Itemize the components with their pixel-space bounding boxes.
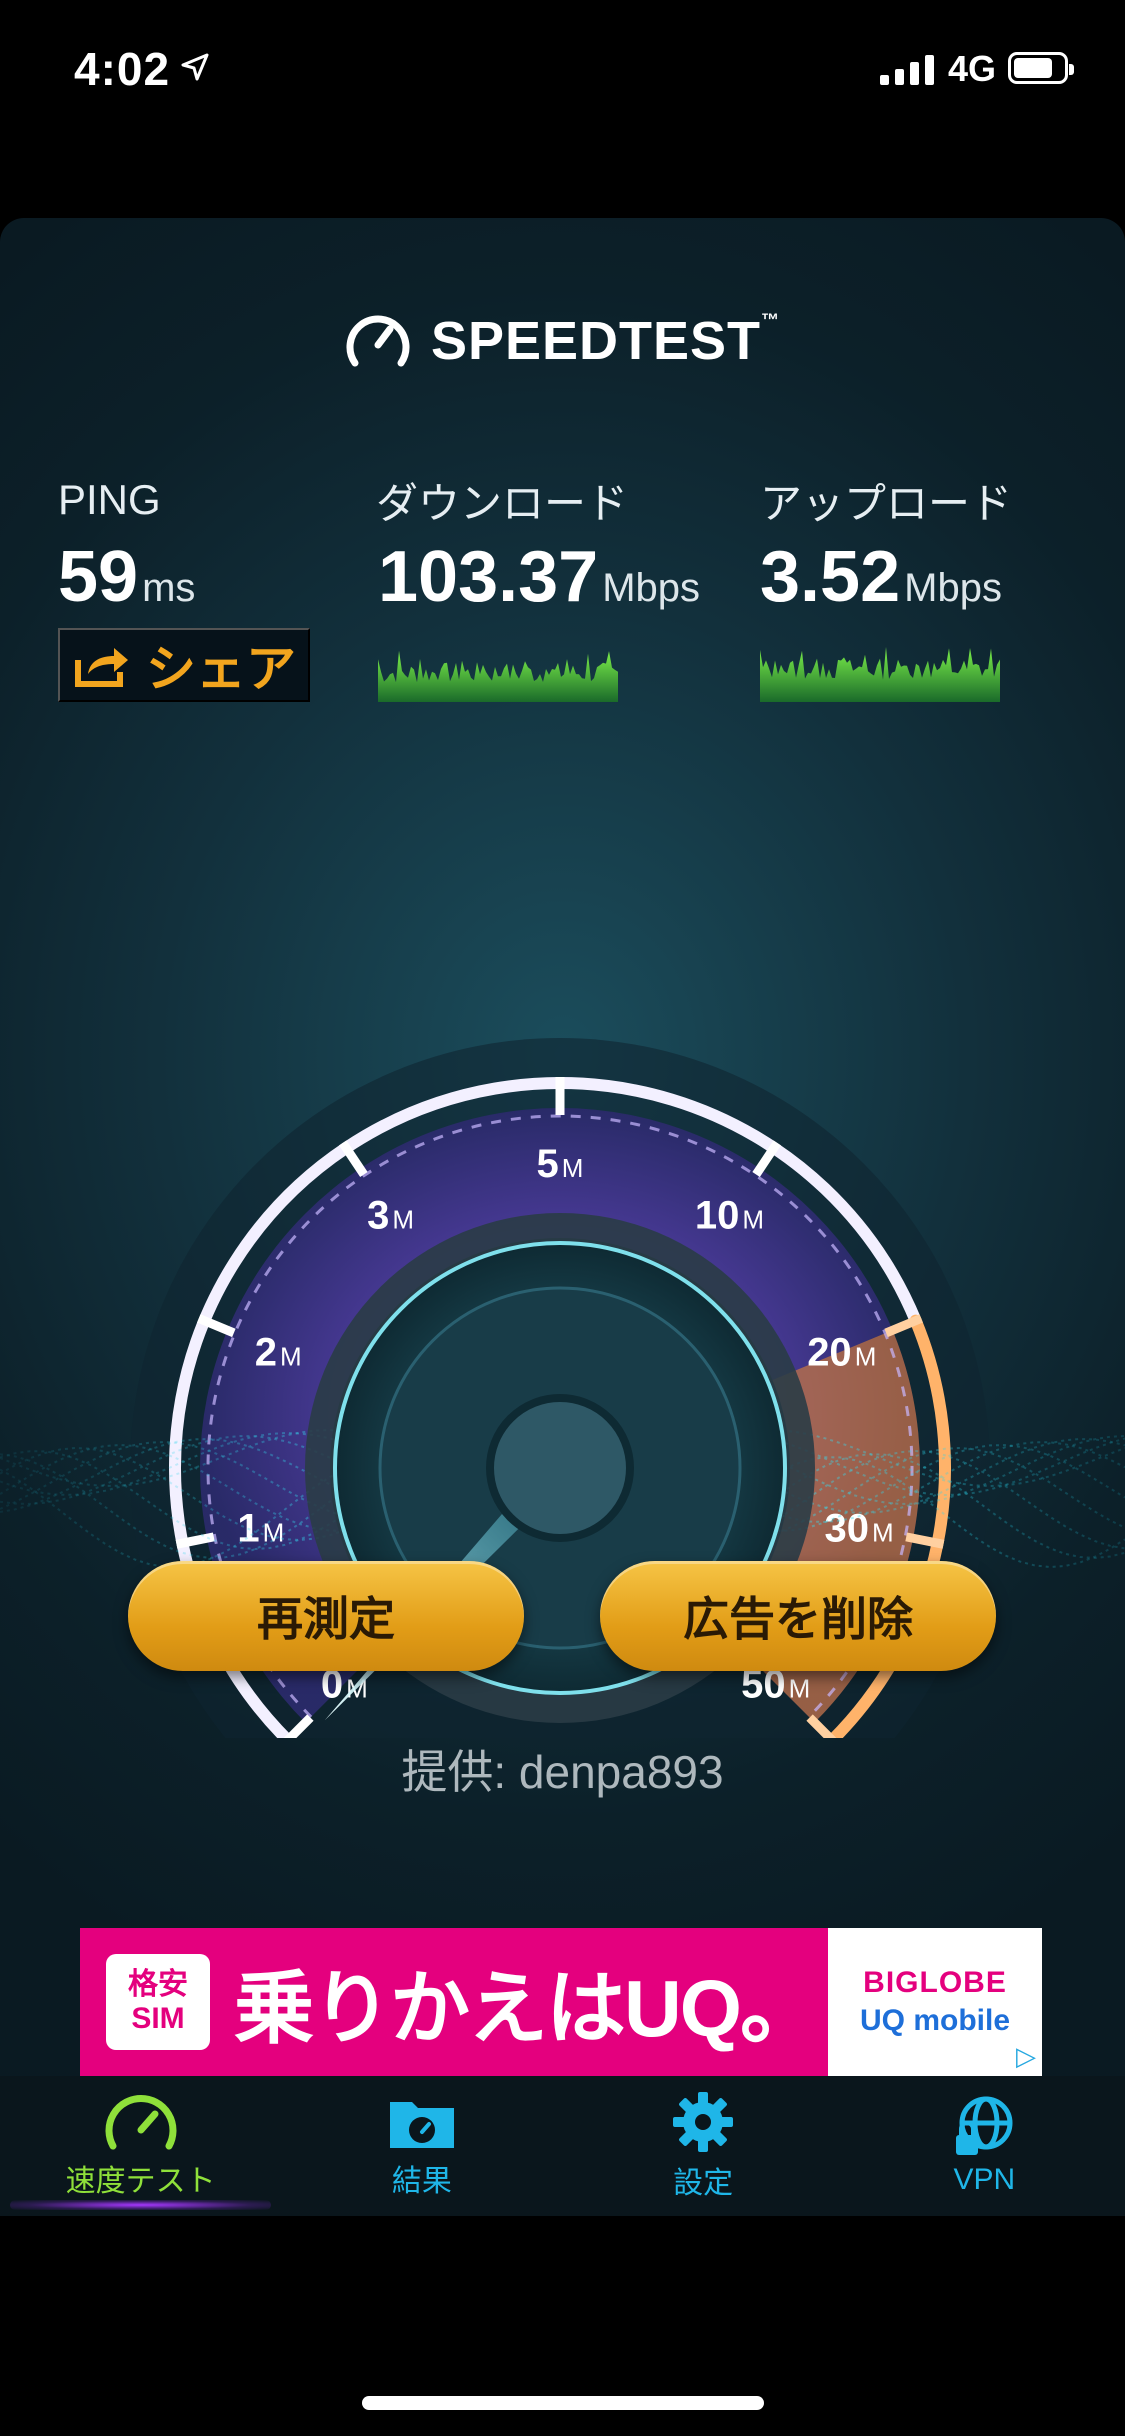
speedometer-icon — [105, 2095, 177, 2150]
location-arrow-icon — [181, 53, 209, 81]
remove-ads-button[interactable]: 広告を削除 — [600, 1561, 996, 1671]
ad-banner[interactable]: 格安 SIM 乗りかえはUQ。 BIGLOBE UQ mobile ▷ — [80, 1928, 1042, 2076]
upload-label: アップロード — [760, 480, 1013, 527]
share-button[interactable]: シェア — [58, 628, 310, 702]
speedtest-logo-icon — [346, 315, 410, 367]
ad-badge-line2: SIM — [131, 2002, 185, 2035]
status-time: 4:02 — [74, 43, 171, 95]
ping-value: 59 — [58, 537, 139, 617]
battery-icon — [1008, 52, 1074, 84]
download-label: ダウンロード — [376, 480, 629, 527]
gear-icon — [673, 2092, 734, 2152]
ad-brand: BIGLOBE UQ mobile ▷ — [828, 1928, 1042, 2076]
ad-badge-line1: 格安 — [128, 1967, 188, 2001]
download-unit: Mbps — [602, 566, 701, 610]
ad-badge: 格安 SIM — [106, 1954, 210, 2050]
app-logo: SPEEDTEST™ — [0, 310, 1125, 372]
brand-name: SPEEDTEST — [430, 311, 762, 371]
share-icon — [75, 648, 128, 687]
download-sparkline — [378, 650, 618, 702]
upload-unit: Mbps — [904, 566, 1002, 610]
tab-speed-test[interactable]: 速度テスト — [0, 2076, 281, 2216]
ping-value-group: 59 ms — [58, 536, 195, 618]
ad-brand-line2: UQ mobile — [859, 2004, 1010, 2037]
ping-unit: ms — [142, 566, 196, 610]
speedtest-app: SPEEDTEST™ PING 59 ms ダウンロード 103.37 Mbps ア… — [0, 218, 1125, 2076]
home-indicator[interactable] — [362, 2396, 764, 2410]
trademark: ™ — [761, 310, 781, 330]
share-label: シェア — [146, 641, 296, 697]
status-bar: 4:02 4G — [0, 0, 1125, 140]
retest-button[interactable]: 再測定 — [128, 1561, 524, 1671]
upload-sparkline — [760, 647, 1000, 702]
ping-label: PING — [58, 476, 161, 523]
download-value: 103.37 — [378, 537, 599, 617]
tab-label-speed-test: 速度テスト — [65, 2165, 216, 2198]
upload-value-group: 3.52 Mbps — [760, 536, 1002, 618]
tab-results[interactable]: 結果 — [281, 2076, 562, 2216]
tab-label-settings: 設定 — [673, 2167, 734, 2200]
ad-brand-line1: BIGLOBE — [863, 1966, 1007, 1999]
upload-value: 3.52 — [760, 537, 901, 617]
network-type: 4G — [948, 48, 997, 89]
provider-text: 提供: denpa893 — [401, 1746, 724, 1798]
ad-choices-icon[interactable]: ▷ — [1016, 2041, 1036, 2072]
tab-settings[interactable]: 設定 — [563, 2076, 844, 2216]
download-value-group: 103.37 Mbps — [378, 536, 700, 618]
tab-label-results: 結果 — [391, 2165, 452, 2198]
tab-label-vpn: VPN — [953, 2163, 1016, 2196]
ad-headline: 乗りかえはUQ。 — [234, 1964, 820, 2053]
signal-icon — [880, 55, 934, 85]
globe-lock-icon — [956, 2096, 1013, 2155]
tab-bar: 速度テスト 結果 設定 VPN — [0, 2076, 1125, 2216]
results-folder-icon — [389, 2102, 454, 2148]
gauge-hub — [486, 1394, 634, 1542]
tab-vpn[interactable]: VPN — [844, 2076, 1125, 2216]
